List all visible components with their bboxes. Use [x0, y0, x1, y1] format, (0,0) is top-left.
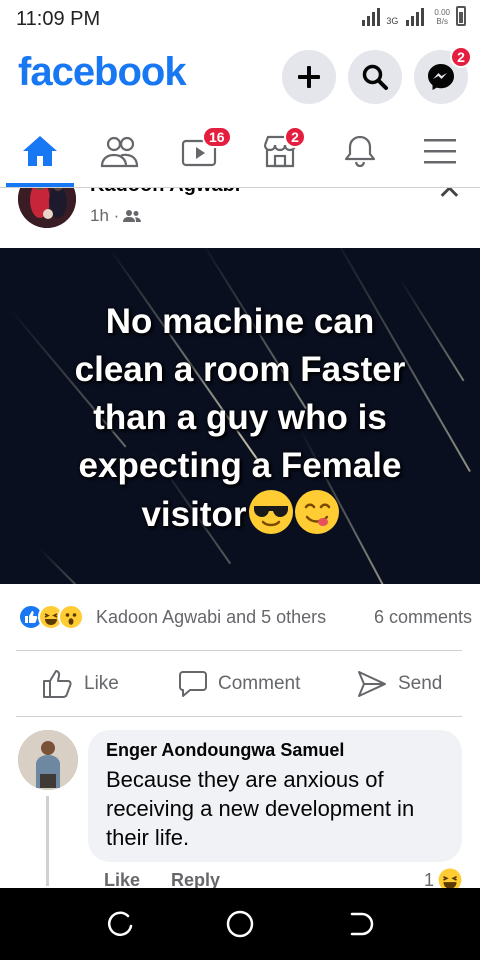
comment-reply-link[interactable]: Reply [171, 870, 220, 890]
messenger-button[interactable]: 2 [414, 46, 472, 104]
comment-icon [179, 671, 207, 697]
post-author-avatar[interactable] [18, 188, 76, 228]
avatar-photo [18, 188, 76, 228]
commenter-avatar[interactable] [18, 730, 78, 790]
back-button[interactable] [344, 908, 376, 940]
post-header: Kadoon Agwabi 1h · ✕ [0, 188, 480, 240]
home-nav-button[interactable] [224, 908, 256, 940]
send-button[interactable]: Send [356, 652, 442, 716]
like-icon [43, 670, 72, 698]
main-nav: 16 2 [0, 114, 480, 188]
tab-home[interactable] [0, 114, 80, 188]
divider [16, 716, 462, 717]
facebook-logo[interactable]: facebook [18, 50, 187, 95]
create-post-button[interactable] [282, 50, 336, 104]
marketplace-badge: 2 [284, 126, 306, 148]
caption-line: expecting a Female [78, 446, 402, 485]
comment-text: Because they are anxious of receiving a … [106, 767, 415, 850]
tab-marketplace[interactable]: 2 [240, 114, 320, 188]
light-streak [39, 548, 105, 584]
recents-icon [107, 911, 133, 936]
back-icon [350, 912, 374, 936]
reactions-summary[interactable]: Kadoon Agwabi and 5 others 6 comments [0, 598, 480, 638]
friends-audience-icon [123, 210, 142, 222]
comment-label: Comment [218, 673, 301, 694]
messenger-icon [428, 64, 454, 90]
status-time: 11:09 PM [16, 8, 101, 30]
plus-icon [298, 66, 320, 88]
tab-menu[interactable] [400, 114, 480, 188]
active-tab-indicator [6, 183, 74, 187]
status-bar: 11:09 PM 3G 0.00 B/s [0, 0, 480, 38]
data-speed: 0.00 B/s [434, 8, 450, 26]
search-icon [362, 64, 388, 90]
yum-emoji-icon [294, 490, 339, 534]
tab-watch[interactable]: 16 [160, 114, 240, 188]
messenger-badge: 2 [450, 46, 472, 68]
post-caption: No machine can clean a room Faster than … [20, 298, 460, 539]
tab-notifications[interactable] [320, 114, 400, 188]
android-nav-bar [0, 888, 480, 960]
like-button[interactable]: Like [42, 652, 119, 716]
comment-button[interactable]: Comment [178, 652, 300, 716]
comment-like-link[interactable]: Like [104, 870, 140, 890]
battery-icon [456, 6, 466, 26]
recents-button[interactable] [104, 908, 136, 940]
status-icons: 3G 0.00 B/s [362, 6, 466, 26]
watch-badge: 16 [202, 126, 232, 148]
post-author-name[interactable]: Kadoon Agwabi [90, 188, 240, 197]
comments-count[interactable]: 6 comments [374, 607, 472, 628]
close-icon[interactable]: ✕ [437, 188, 462, 207]
send-label: Send [398, 673, 443, 694]
data-speed-unit: B/s [436, 17, 448, 26]
send-icon [358, 671, 386, 697]
sunglasses-emoji-icon [248, 490, 293, 534]
bell-icon [344, 135, 376, 168]
caption-line: clean a room Faster [74, 350, 406, 389]
reactions-text[interactable]: Kadoon Agwabi and 5 others [96, 607, 326, 628]
caption-last-line: visitor [20, 490, 460, 539]
caption-line: No machine can [105, 302, 375, 341]
app-header: facebook 2 [0, 38, 480, 114]
circle-home-icon [226, 910, 254, 938]
commenter-photo [18, 730, 78, 790]
like-label: Like [84, 673, 119, 694]
tab-friends[interactable] [80, 114, 160, 188]
divider [16, 650, 462, 651]
home-icon [23, 136, 57, 166]
wow-reaction-icon [58, 604, 84, 630]
signal-icon-2 [406, 6, 425, 26]
post-time: 1h · [90, 206, 120, 225]
post-meta: 1h · [90, 206, 142, 226]
post-actions: Like Comment Send [0, 652, 480, 716]
caption-line: visitor [141, 495, 247, 534]
caption-line: than a guy who is [93, 398, 387, 437]
menu-icon [424, 139, 456, 164]
signal-icon [362, 6, 381, 26]
post-image[interactable]: No machine can clean a room Faster than … [0, 248, 480, 584]
network-type: 3G [386, 16, 399, 26]
comment-author[interactable]: Enger Aondoungwa Samuel [106, 740, 444, 761]
friends-icon [100, 136, 139, 168]
data-speed-value: 0.00 [434, 8, 450, 17]
comment-bubble[interactable]: Enger Aondoungwa Samuel Because they are… [88, 730, 462, 862]
reaction-icons [18, 604, 84, 630]
comment-thread-line [46, 796, 49, 886]
search-button[interactable] [348, 50, 402, 104]
